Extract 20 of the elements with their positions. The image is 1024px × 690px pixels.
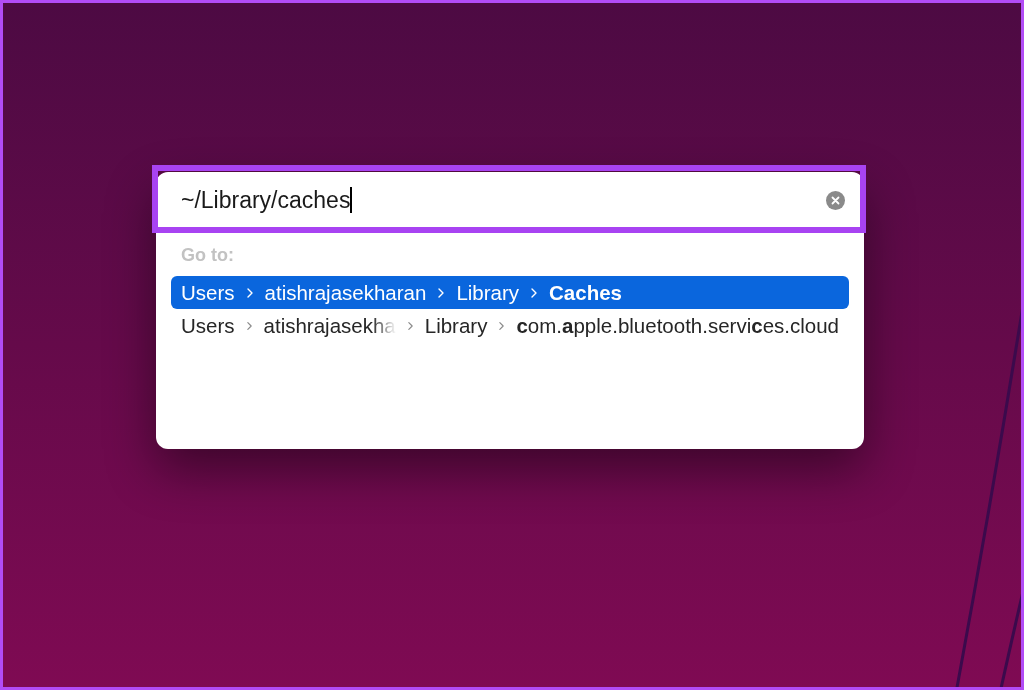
folder-name-label: com.apple.bluetooth.services.cloud	[516, 313, 839, 338]
folder-name-label: Library	[456, 280, 520, 305]
chevron-icon	[407, 320, 413, 331]
chevron-icon	[246, 287, 253, 298]
folder-name-label: Caches	[549, 280, 622, 305]
path-field[interactable]: ~/Library/caches	[181, 186, 826, 214]
chevron-icon	[246, 320, 252, 331]
folder-name-label: Users	[181, 280, 235, 305]
folder-name-label: Users	[181, 313, 235, 338]
result-row[interactable]: Users atishrajasekha Library com.apple.bluetooth.services.cloud	[171, 309, 849, 342]
chevron-icon	[499, 320, 505, 331]
result-row[interactable]: Users atishrajasekharan Library Caches	[171, 276, 849, 309]
chevron-icon	[531, 287, 538, 298]
section-label: Go to:	[181, 245, 234, 265]
folder-name-label: atishrajasekha	[263, 313, 396, 338]
folder-name-label: Library	[424, 313, 488, 338]
chevron-icon	[438, 287, 445, 298]
clear-button[interactable]	[826, 190, 845, 210]
clear-icon	[826, 190, 845, 210]
folder-name-label: atishrajasekharan	[264, 280, 427, 305]
